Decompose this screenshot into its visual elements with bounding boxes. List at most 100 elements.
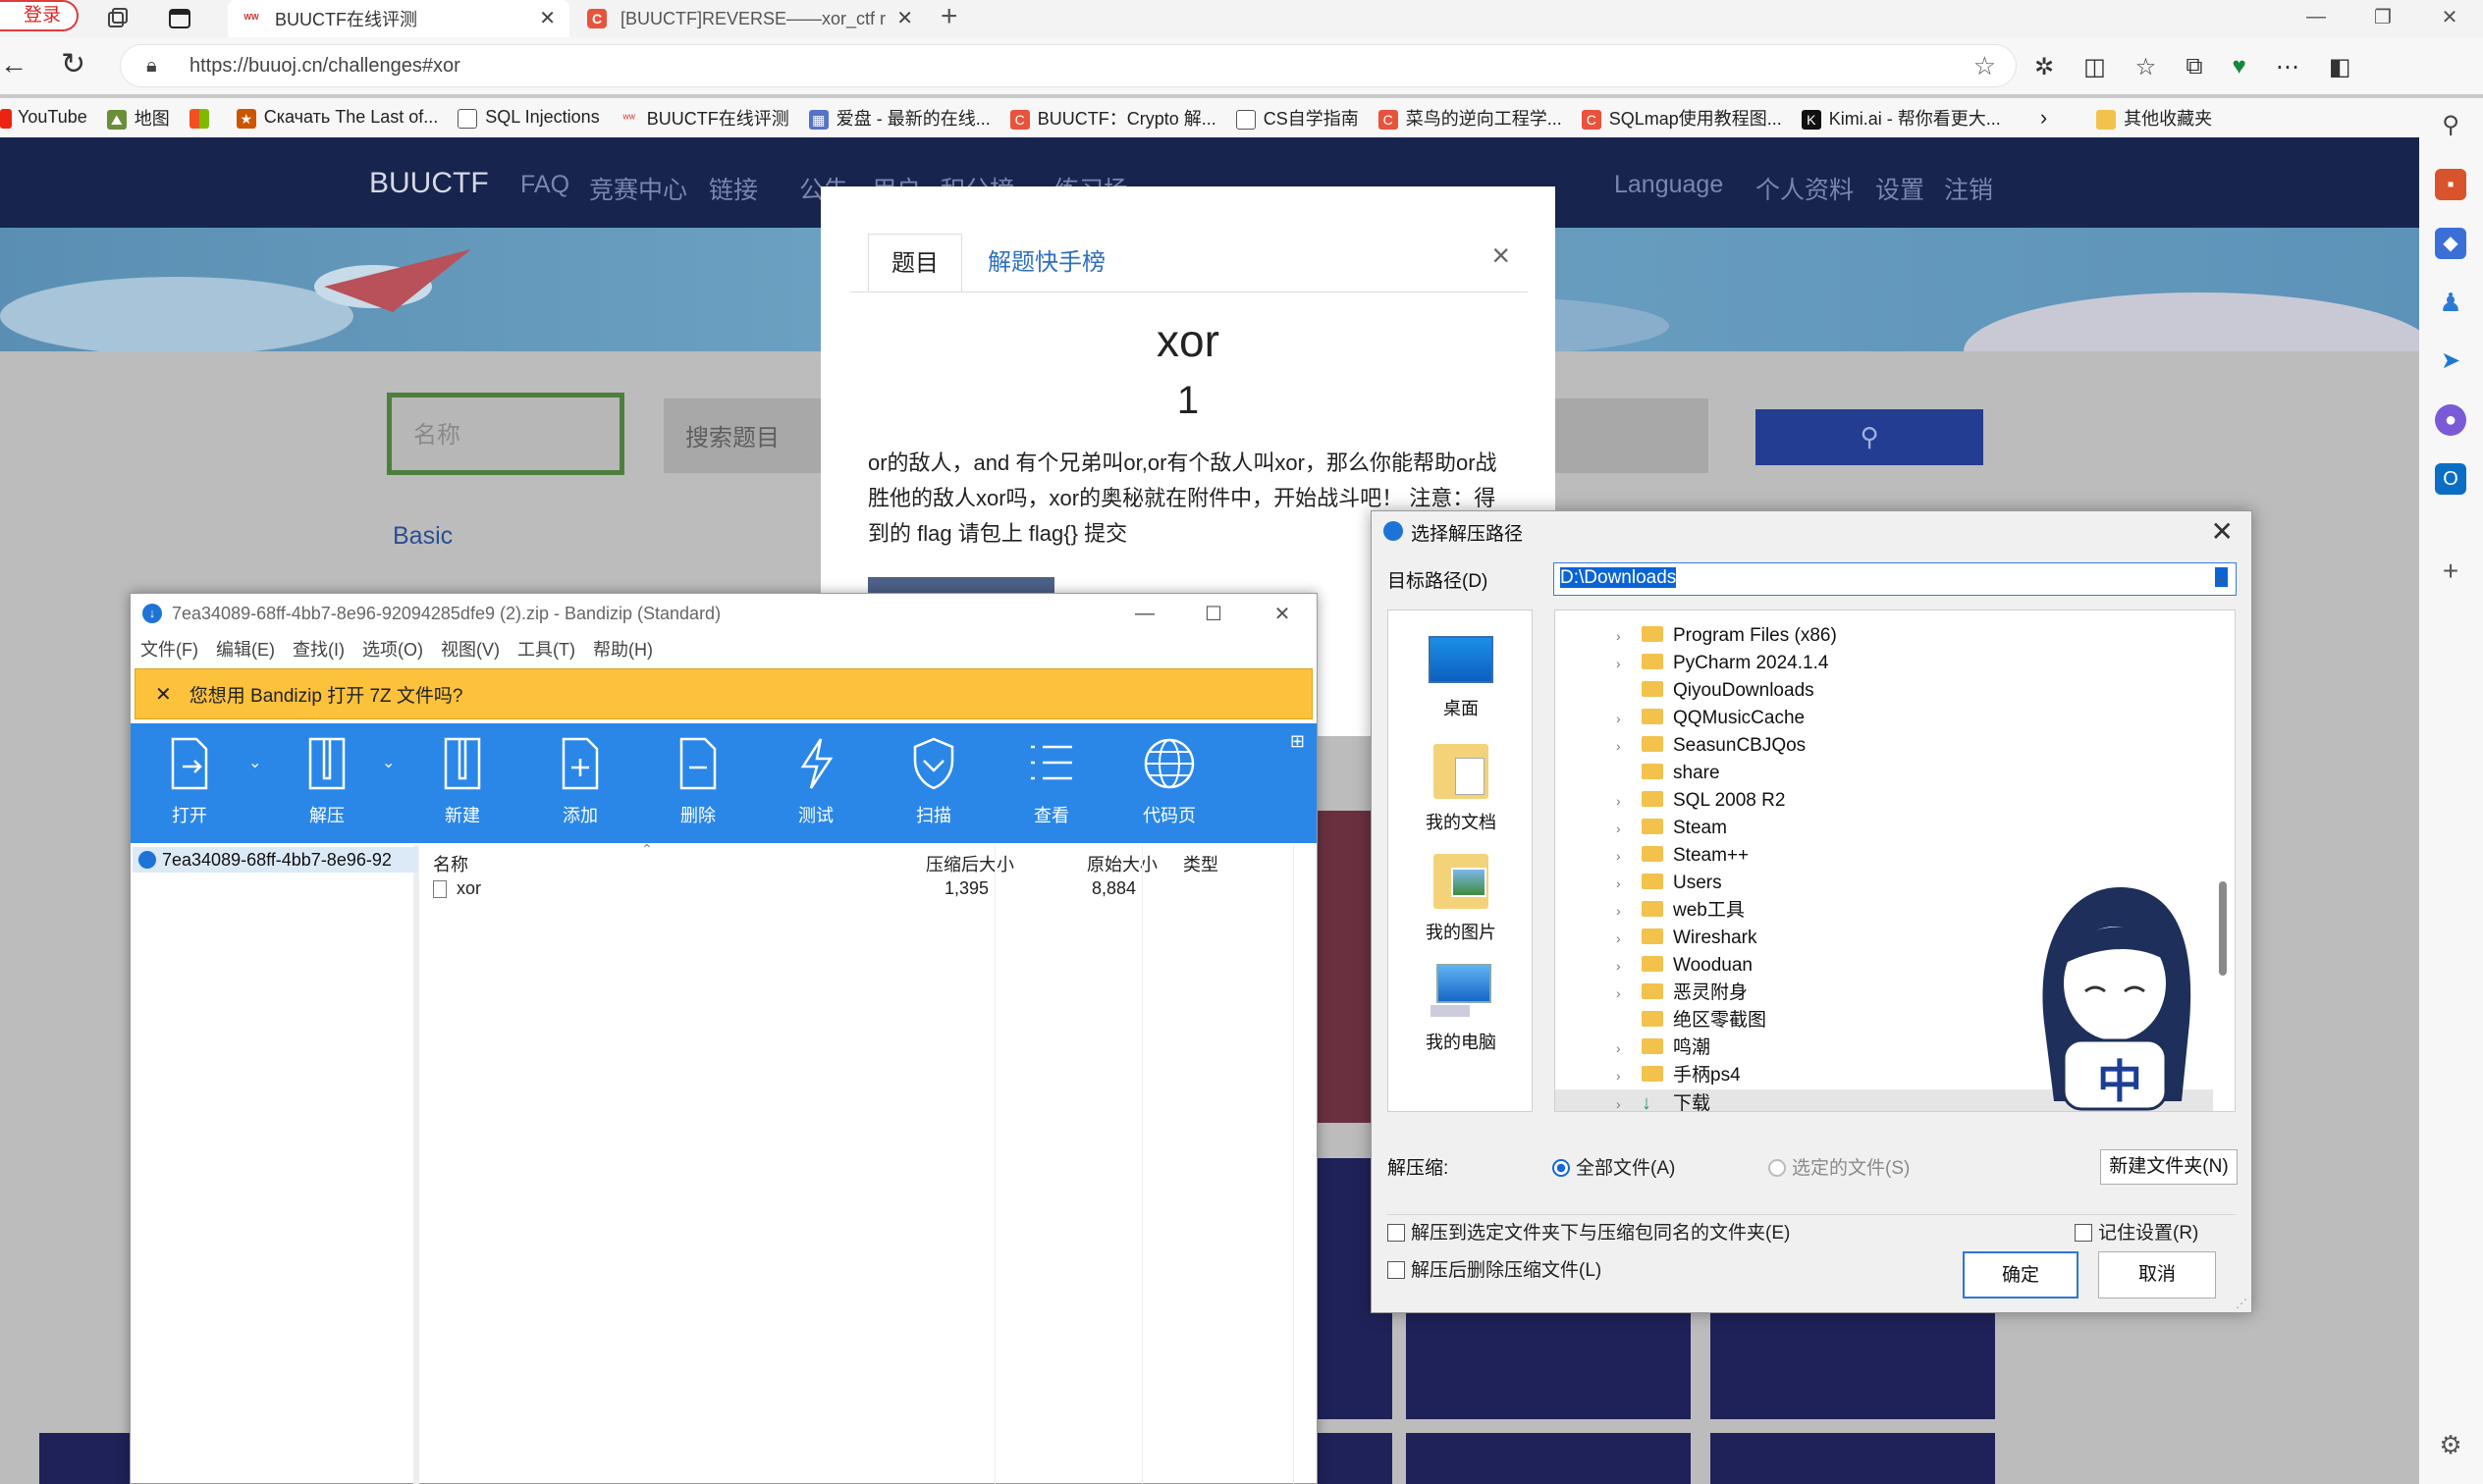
bookmark-youtube[interactable]: YouTube	[0, 107, 87, 129]
copilot-icon[interactable]: ●	[2435, 404, 2466, 436]
bookmark-cs-guide[interactable]: CS自学指南	[1235, 105, 1359, 131]
menu-view[interactable]: 视图(V)	[441, 636, 500, 662]
back-arrow-icon[interactable]: ←	[0, 49, 27, 80]
send-icon[interactable]: ➤	[2435, 345, 2466, 377]
chevron-right-icon[interactable]: ›	[1616, 650, 1632, 677]
column-compressed[interactable]: 压缩后大小	[926, 851, 1014, 876]
close-window-icon[interactable]: ✕	[2416, 5, 2483, 29]
challenge-card[interactable]	[1406, 1433, 1691, 1484]
place-documents[interactable]: 我的文档	[1388, 744, 1534, 834]
menu-help[interactable]: 帮助(H)	[593, 636, 653, 662]
chevron-right-icon[interactable]: ›	[1616, 925, 1632, 952]
tree-node[interactable]: › 恶灵附身	[1555, 980, 1748, 1007]
other-bookmarks-folder[interactable]: 其他收藏夹	[2096, 105, 2212, 131]
tab-buuctf[interactable]: ᵂᵂ BUUCTF在线评测 ✕	[228, 0, 569, 37]
chevron-right-icon[interactable]: ›	[1616, 870, 1632, 897]
extensions-icon[interactable]: ✲	[2034, 53, 2054, 81]
lock-icon[interactable]: 🔒︎	[146, 45, 157, 86]
browser-essentials-icon[interactable]: ♥	[2232, 53, 2245, 80]
search-icon[interactable]: ⚲	[2435, 110, 2466, 141]
chevron-right-icon[interactable]: ›	[1616, 1090, 1632, 1111]
tree-node[interactable]: › SeasunCBJQos	[1555, 732, 1806, 760]
column-original[interactable]: 原始大小	[1087, 851, 1158, 876]
challenge-card[interactable]	[1710, 1433, 1995, 1484]
menu-file[interactable]: 文件(F)	[140, 636, 198, 662]
close-icon[interactable]: ✕	[1248, 602, 1317, 626]
archive-tree-item[interactable]: 7ea34089-68ff-4bb7-8e96-92	[133, 847, 417, 873]
close-tab-icon[interactable]: ✕	[539, 6, 556, 30]
tree-node[interactable]: › web工具	[1555, 897, 1745, 925]
tree-node[interactable]: › QQMusicCache	[1555, 705, 1805, 732]
test-button[interactable]: 测试	[757, 735, 875, 827]
favorite-star-icon[interactable]: ☆	[1973, 45, 1996, 86]
tree-node[interactable]: › Users	[1555, 870, 1722, 897]
bookmark-last-of-us[interactable]: ★ Скачать The Last of...	[236, 107, 438, 129]
chevron-right-icon[interactable]: ›	[1616, 1062, 1632, 1089]
column-name[interactable]: 名称	[433, 851, 468, 876]
sidebar-toggle-icon[interactable]: ◧	[2329, 53, 2351, 81]
favorites-icon[interactable]: ☆	[2135, 53, 2157, 81]
close-icon[interactable]: ✕	[2211, 515, 2234, 548]
bookmarks-overflow-icon[interactable]: ›	[2040, 105, 2047, 131]
chevron-right-icon[interactable]: ›	[1616, 897, 1632, 925]
delete-button[interactable]: 删除	[639, 735, 757, 827]
bookmark-map[interactable]: ⛰︎ 地图	[106, 105, 170, 131]
collections-add-icon[interactable]: ⧉	[2186, 53, 2202, 80]
chevron-right-icon[interactable]: ›	[1616, 952, 1632, 980]
refresh-icon[interactable]: ↻	[61, 47, 85, 81]
bookmark-sqlmap[interactable]: C SQLmap使用教程图...	[1581, 105, 1782, 131]
close-notice-icon[interactable]: ✕	[155, 682, 172, 707]
search-button[interactable]: ⚲	[1755, 409, 1983, 465]
table-row[interactable]: xor 1,395 8,884	[425, 874, 1317, 902]
tree-node[interactable]: › 手柄ps4	[1555, 1062, 1741, 1089]
nav-settings[interactable]: 设置	[1875, 171, 1924, 206]
login-button[interactable]: 登录	[0, 0, 79, 31]
tree-node[interactable]: › Wireshark	[1555, 925, 1757, 952]
new-folder-button[interactable]: 新建文件夹(N)	[2100, 1149, 2238, 1185]
games-icon[interactable]: ♟	[2435, 287, 2466, 318]
close-icon[interactable]: ×	[1491, 238, 1510, 274]
resize-grip-icon[interactable]: ⋰	[2236, 1297, 2247, 1310]
tree-node[interactable]: 绝区零截图	[1555, 1007, 1766, 1034]
chevron-down-icon[interactable]: ⌄	[2214, 567, 2228, 587]
scan-button[interactable]: 扫描	[875, 735, 993, 827]
layout-toggle-icon[interactable]: ⊞	[1290, 731, 1305, 752]
minimize-icon[interactable]: —	[2283, 6, 2349, 28]
category-basic[interactable]: Basic	[393, 522, 453, 551]
tree-node[interactable]: › Program Files (x86)	[1555, 622, 1837, 650]
target-path-input[interactable]: D:\Downloads ⌄	[1553, 562, 2237, 596]
nav-competitions[interactable]: 竞赛中心	[589, 171, 687, 206]
nav-logout[interactable]: 注销	[1944, 171, 1993, 206]
bookmark-ms[interactable]	[189, 107, 217, 129]
tree-node[interactable]: › SQL 2008 R2	[1555, 787, 1785, 815]
bookmark-kimi[interactable]: K Kimi.ai - 帮你看更大...	[1801, 105, 2001, 131]
cancel-button[interactable]: 取消	[2098, 1251, 2216, 1298]
chk-extract-same-name[interactable]: 解压到选定文件夹下与压缩包同名的文件夹(E)	[1387, 1218, 1790, 1245]
nav-profile[interactable]: 个人资料	[1755, 171, 1854, 206]
collections-icon[interactable]	[102, 4, 132, 33]
bookmark-sql-injections[interactable]: SQL Injections	[458, 107, 600, 129]
chevron-right-icon[interactable]: ›	[1616, 705, 1632, 732]
chevron-right-icon[interactable]: ›	[1616, 815, 1632, 842]
bookmark-buuctf-crypto[interactable]: C BUUCTF：Crypto 解...	[1009, 105, 1216, 131]
menu-tools[interactable]: 工具(T)	[517, 636, 575, 662]
chevron-right-icon[interactable]: ›	[1616, 842, 1632, 870]
bookmark-aipan[interactable]: ▦ 爱盘 - 最新的在线...	[808, 105, 991, 131]
tree-scrollbar[interactable]	[2219, 881, 2227, 976]
radio-selected-files[interactable]: 选定的文件(S)	[1768, 1153, 1910, 1180]
url-input[interactable]: 🔒︎ https://buuoj.cn/challenges#xor ☆	[120, 44, 2017, 87]
search-name-input[interactable]: 名称	[387, 393, 624, 475]
vertical-tabs-icon[interactable]	[165, 4, 194, 33]
chevron-right-icon[interactable]: ›	[1616, 980, 1632, 1007]
chevron-right-icon[interactable]: ›	[1616, 732, 1632, 760]
codepage-button[interactable]: 代码页	[1110, 735, 1228, 827]
chk-remember-settings[interactable]: 记住设置(R)	[2075, 1218, 2198, 1245]
ime-label[interactable]: 中	[2097, 1046, 2142, 1111]
menu-edit[interactable]: 编辑(E)	[216, 636, 275, 662]
tree-node[interactable]: › Steam++	[1555, 842, 1749, 870]
chevron-right-icon[interactable]: ›	[1616, 787, 1632, 815]
chk-delete-after[interactable]: 解压后删除压缩文件(L)	[1387, 1255, 1601, 1282]
tree-node[interactable]: share	[1555, 760, 1720, 787]
nav-faq[interactable]: FAQ	[520, 171, 569, 199]
place-pictures[interactable]: 我的图片	[1388, 854, 1534, 944]
